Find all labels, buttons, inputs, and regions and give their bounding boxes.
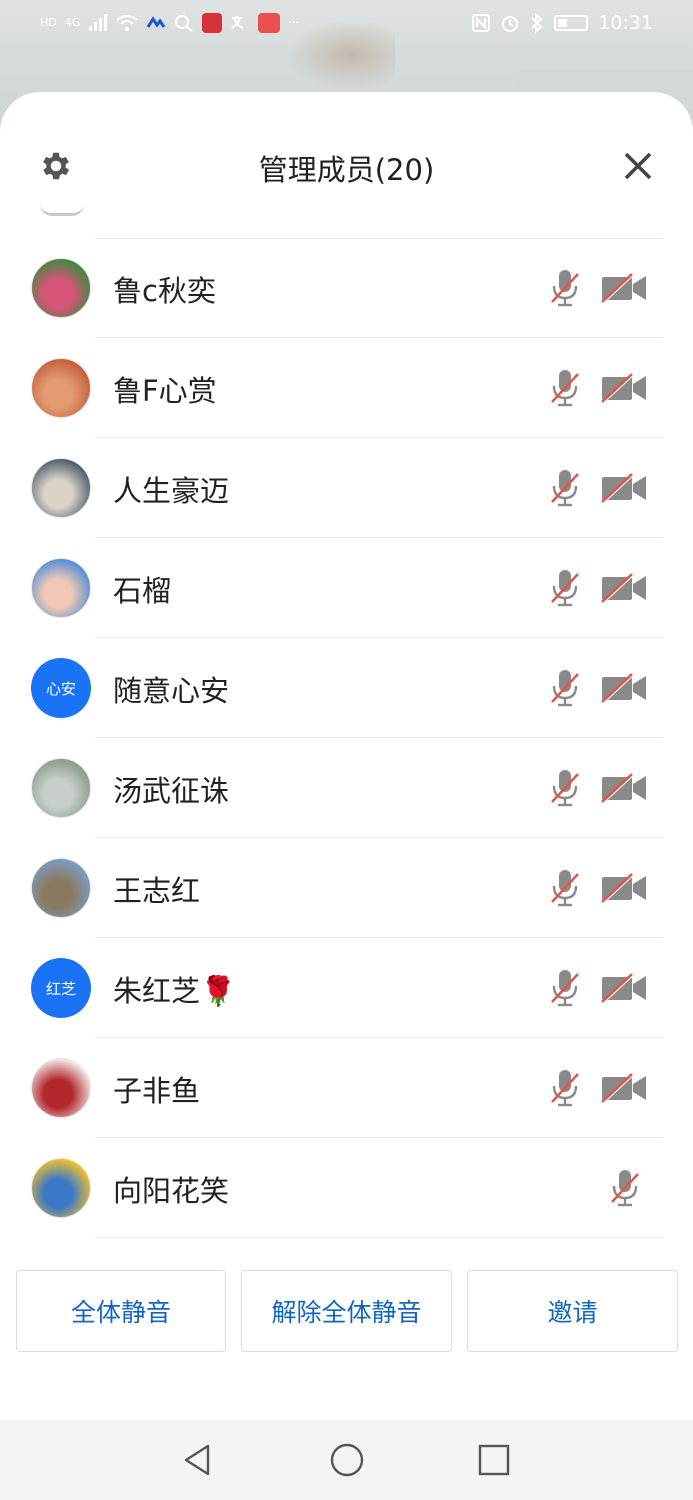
translate-icon: [231, 16, 244, 29]
member-row[interactable]: 鲁F心赏: [0, 338, 693, 438]
camera-off-icon[interactable]: [600, 873, 648, 905]
invite-button[interactable]: 邀请: [467, 1270, 678, 1352]
member-row[interactable]: 鲁c秋奕: [0, 238, 693, 338]
close-icon[interactable]: [620, 148, 656, 184]
search-notification-icon: [175, 15, 193, 32]
member-row[interactable]: 人生豪迈: [0, 438, 693, 538]
mic-muted-icon[interactable]: [548, 768, 582, 808]
camera-off-icon[interactable]: [600, 1073, 648, 1105]
camera-off-icon[interactable]: [600, 473, 648, 505]
divider: [95, 1237, 663, 1238]
unmute-all-button[interactable]: 解除全体静音: [241, 1270, 452, 1352]
avatar: [31, 458, 91, 518]
member-row[interactable]: 子非鱼: [0, 1038, 693, 1138]
member-name: 石榴: [113, 574, 172, 608]
member-name: 鲁F心赏: [113, 374, 217, 408]
mic-muted-icon[interactable]: [548, 1068, 582, 1108]
bluetooth-icon: [531, 13, 543, 33]
member-name: 向阳花笑: [113, 1174, 230, 1208]
battery-icon: [554, 15, 589, 31]
partial-avatar-scrolled: [40, 204, 84, 216]
signal-4g-indicator: 4G: [64, 16, 81, 29]
member-row[interactable]: 汤武征诛: [0, 738, 693, 838]
avatar: [31, 558, 91, 618]
member-row[interactable]: 心安 随意心安: [0, 638, 693, 738]
app-notification-icon: [147, 16, 166, 28]
clock: 10:31: [598, 12, 653, 34]
mic-muted-icon[interactable]: [548, 468, 582, 508]
nfc-icon: [472, 14, 491, 32]
member-name: 子非鱼: [113, 1074, 201, 1108]
back-triangle-icon[interactable]: [180, 1442, 216, 1478]
more-notifications-icon: ···: [288, 16, 299, 29]
mic-muted-icon[interactable]: [548, 368, 582, 408]
signal-icon: [89, 14, 108, 31]
member-name: 朱红芝🌹: [113, 974, 237, 1008]
member-row[interactable]: 红芝 朱红芝🌹: [0, 938, 693, 1038]
camera-off-icon[interactable]: [600, 973, 648, 1005]
huawei-app-icon: [258, 13, 281, 33]
camera-off-icon[interactable]: [600, 373, 648, 405]
avatar: [31, 1158, 91, 1218]
member-row[interactable]: 石榴: [0, 538, 693, 638]
member-name: 随意心安: [113, 674, 230, 708]
page-title: 管理成员(20): [258, 153, 435, 187]
video-app-icon: [202, 13, 223, 33]
hd-indicator: HD: [40, 16, 57, 29]
status-icons-right: 10:31: [472, 12, 653, 34]
camera-off-icon[interactable]: [600, 573, 648, 605]
avatar: [31, 258, 91, 318]
system-nav-bar: [0, 1420, 693, 1500]
manage-members-sheet: 管理成员(20) 鲁c秋奕鲁F心赏人生豪迈石榴心安 随意心安汤武征诛王志红红芝 朱红…: [0, 92, 693, 1420]
alarm-icon: [502, 16, 519, 32]
member-name: 汤武征诛: [113, 774, 230, 808]
camera-off-icon[interactable]: [600, 273, 648, 305]
member-name: 王志红: [113, 874, 201, 908]
avatar: [31, 858, 91, 918]
status-icons-left: HD 4G ···: [40, 13, 299, 33]
mic-muted-icon[interactable]: [548, 868, 582, 908]
avatar: [31, 758, 91, 818]
avatar-text: 心安: [31, 658, 91, 718]
avatar-text: 红芝: [31, 958, 91, 1018]
mic-muted-icon[interactable]: [608, 1168, 642, 1208]
avatar: [31, 358, 91, 418]
mic-muted-icon[interactable]: [548, 668, 582, 708]
sheet-header: 管理成员(20): [0, 92, 693, 222]
camera-off-icon[interactable]: [600, 673, 648, 705]
camera-off-icon[interactable]: [600, 773, 648, 805]
mic-muted-icon[interactable]: [548, 968, 582, 1008]
avatar: [31, 1058, 91, 1118]
wifi-icon: [116, 15, 138, 31]
home-circle-icon[interactable]: [329, 1442, 365, 1478]
mic-muted-icon[interactable]: [548, 568, 582, 608]
member-list[interactable]: 鲁c秋奕鲁F心赏人生豪迈石榴心安 随意心安汤武征诛王志红红芝 朱红芝🌹 子非鱼向阳花笑: [0, 238, 693, 1238]
member-row[interactable]: 向阳花笑: [0, 1138, 693, 1238]
recents-square-icon[interactable]: [476, 1442, 512, 1478]
status-bar: HD 4G ··· 10:31: [0, 0, 693, 50]
member-row[interactable]: 王志红: [0, 838, 693, 938]
mic-muted-icon[interactable]: [548, 268, 582, 308]
mute-all-button[interactable]: 全体静音: [16, 1270, 226, 1352]
member-name: 人生豪迈: [113, 474, 230, 508]
member-name: 鲁c秋奕: [113, 274, 216, 308]
